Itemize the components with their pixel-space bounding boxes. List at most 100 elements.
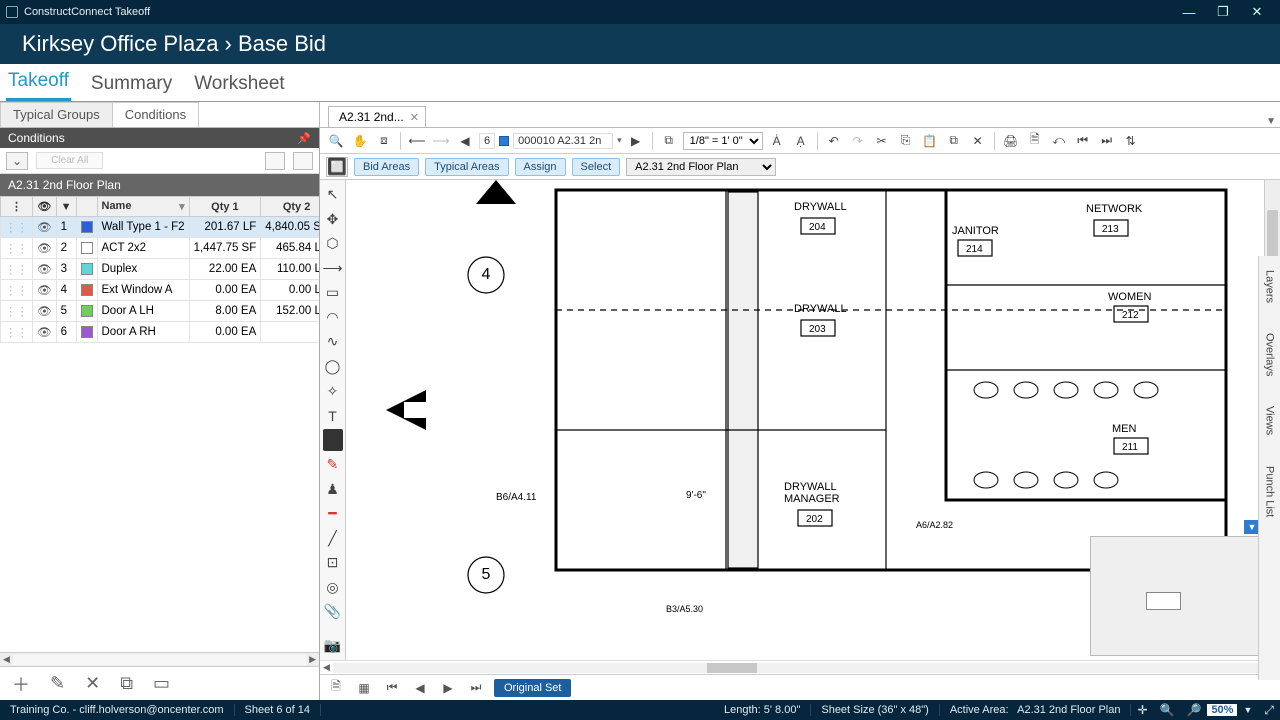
table-row[interactable]: ⋮⋮👁6Door A RH0.00 EA — [1, 322, 320, 343]
fill-swatch-icon[interactable] — [323, 429, 343, 451]
typical-areas-button[interactable]: Typical Areas — [425, 158, 508, 176]
prev-page-icon[interactable]: ◀ — [410, 678, 430, 698]
col-filter[interactable]: ▼ — [56, 197, 76, 217]
export-icon[interactable]: 🗎 — [1025, 131, 1045, 151]
undo-icon[interactable]: ↶ — [824, 131, 844, 151]
status-zoom-out-icon[interactable]: 🔍 — [1154, 703, 1181, 717]
status-zoom-value[interactable]: 50% — [1207, 704, 1237, 716]
expand-toggle-icon[interactable]: ⌄ — [6, 152, 28, 170]
duplicate-icon[interactable]: ⧉ — [944, 131, 964, 151]
measure-b-icon[interactable]: Ạ — [791, 131, 811, 151]
measure-a-icon[interactable]: Ȧ — [767, 131, 787, 151]
status-crosshair-icon[interactable]: ✛ — [1131, 703, 1153, 717]
nav-back-icon[interactable]: ⟵ — [407, 131, 427, 151]
scale-select[interactable]: 1/8" = 1' 0" — [683, 132, 763, 150]
arc-tool-icon[interactable]: ◠ — [323, 307, 343, 329]
rotate-ccw-icon[interactable]: ⤺ — [1049, 131, 1069, 151]
text-tool-icon[interactable]: T — [323, 405, 343, 427]
col-visibility[interactable]: 👁 — [33, 197, 57, 217]
tab-summary[interactable]: Summary — [89, 69, 174, 101]
pin-icon[interactable]: 📌 — [297, 132, 311, 145]
sheet-tab-dropdown-icon[interactable]: ▼ — [1266, 116, 1276, 127]
status-zoom-dropdown-icon[interactable]: ▼ — [1237, 705, 1258, 715]
table-row[interactable]: ⋮⋮👁1Wall Type 1 - F2201.67 LF4,840.05 SF — [1, 217, 320, 238]
window-minimize-button[interactable]: — — [1172, 0, 1206, 24]
compare-icon[interactable]: ⧉ — [659, 131, 679, 151]
next-page-icon[interactable]: ▶ — [438, 678, 458, 698]
assign-button[interactable]: Assign — [515, 158, 566, 176]
conditions-hscroll[interactable]: ◀▶ — [0, 652, 319, 666]
page-next-icon[interactable]: ▶ — [626, 131, 646, 151]
ellipse-tool-icon[interactable]: ◯ — [323, 356, 343, 378]
last-page-icon[interactable]: ⏭ — [466, 678, 486, 698]
table-row[interactable]: ⋮⋮👁3Duplex22.00 EA110.00 LF — [1, 259, 320, 280]
set-badge[interactable]: Original Set — [494, 679, 571, 697]
window-close-button[interactable]: ✕ — [1240, 0, 1274, 24]
redo-icon[interactable]: ↷ — [848, 131, 868, 151]
tab-worksheet[interactable]: Worksheet — [192, 69, 286, 101]
rect-tool-icon[interactable]: ▭ — [323, 282, 343, 304]
tool-button-b[interactable] — [293, 152, 313, 170]
pointer-tool-icon[interactable]: ↖ — [323, 184, 343, 206]
table-row[interactable]: ⋮⋮👁2ACT 2x21,447.75 SF465.84 LF — [1, 238, 320, 259]
copy-icon[interactable]: ⎘ — [896, 131, 916, 151]
tab-conditions[interactable]: Conditions — [112, 102, 199, 127]
skip-prev-icon[interactable]: ⏮ — [1073, 131, 1093, 151]
col-qty1[interactable]: Qty 1 — [189, 197, 261, 217]
find-icon[interactable]: 🔲 — [326, 157, 348, 177]
highlighter-tool-icon[interactable]: ✎ — [323, 454, 343, 476]
table-row[interactable]: ⋮⋮👁4Ext Window A0.00 EA0.00 LF — [1, 280, 320, 301]
plan-canvas[interactable]: 4 5 B6/A4.11 DRYWALL 204 DRYWALL 203 DRY… — [346, 180, 1264, 660]
window-restore-button[interactable]: ❐ — [1206, 0, 1240, 24]
status-fit-icon[interactable]: ⤢ — [1258, 703, 1280, 718]
polyline-tool-icon[interactable]: ⬡ — [323, 233, 343, 255]
page-prev-icon[interactable]: ◀ — [455, 131, 475, 151]
delete-condition-button[interactable]: ✕ — [85, 673, 100, 694]
sheets-grid-icon[interactable]: ▦ — [354, 678, 374, 698]
vtab-layers[interactable]: Layers — [1264, 264, 1276, 309]
zoom-window-icon[interactable]: ⧈ — [374, 131, 394, 151]
snapshot-tool-icon[interactable]: 📷 — [323, 634, 343, 656]
first-page-icon[interactable]: ⏮ — [382, 678, 402, 698]
attach-tool-icon[interactable]: 📎 — [323, 601, 343, 623]
pan-icon[interactable]: ✋ — [350, 131, 370, 151]
print-icon[interactable]: 🖨 — [1001, 131, 1021, 151]
target-tool-icon[interactable]: ◎ — [323, 577, 343, 599]
col-qty2[interactable]: Qty 2 — [261, 197, 319, 217]
line-red-tool-icon[interactable]: ━ — [323, 503, 343, 525]
plan-select[interactable]: A2.31 2nd Floor Plan — [626, 158, 776, 176]
stamp-tool-icon[interactable]: ♟ — [323, 478, 343, 500]
canvas-hscroll[interactable]: ◀▶ — [320, 660, 1280, 674]
add-condition-button[interactable]: ＋ — [12, 671, 30, 697]
status-zoom-in-icon[interactable]: 🔎 — [1180, 703, 1207, 717]
page-number[interactable]: 6 — [479, 133, 495, 149]
vtab-overlays[interactable]: Overlays — [1264, 327, 1276, 382]
tab-typical-groups[interactable]: Typical Groups — [0, 102, 113, 127]
curve-tool-icon[interactable]: ∿ — [323, 331, 343, 353]
clear-all-button[interactable]: Clear All — [36, 152, 103, 169]
zoom-icon[interactable]: 🔍 — [326, 131, 346, 151]
select-button[interactable]: Select — [572, 158, 621, 176]
wand-tool-icon[interactable]: ✧ — [323, 380, 343, 402]
vtab-punchlist[interactable]: Punch List — [1264, 460, 1276, 523]
delete-icon[interactable]: ✕ — [968, 131, 988, 151]
link-condition-button[interactable]: ▭ — [153, 673, 170, 694]
flip-icon[interactable]: ⇅ — [1121, 131, 1141, 151]
bid-areas-button[interactable]: Bid Areas — [354, 158, 419, 176]
dimension-tool-icon[interactable]: ⟶ — [323, 258, 343, 280]
edit-condition-button[interactable]: ✎ — [50, 673, 65, 694]
paste-icon[interactable]: 📋 — [920, 131, 940, 151]
sheet-icon[interactable]: 🗎 — [326, 678, 346, 698]
scale-tool-icon[interactable]: ⊡ — [323, 552, 343, 574]
page-label[interactable]: 000010 A2.31 2n — [513, 133, 613, 149]
sheet-tab[interactable]: A2.31 2nd... ✕ — [328, 106, 426, 127]
close-icon[interactable]: ✕ — [410, 111, 419, 124]
copy-condition-button[interactable]: ⧉ — [120, 673, 133, 694]
nav-fwd-icon[interactable]: ⟶ — [431, 131, 451, 151]
tool-button-a[interactable] — [265, 152, 285, 170]
table-row[interactable]: ⋮⋮👁5Door A LH8.00 EA152.00 LF — [1, 301, 320, 322]
line-tool-icon[interactable]: ╱ — [323, 527, 343, 549]
overview-minimap[interactable] — [1090, 536, 1260, 656]
vtab-views[interactable]: Views — [1264, 400, 1276, 441]
cut-icon[interactable]: ✂ — [872, 131, 892, 151]
